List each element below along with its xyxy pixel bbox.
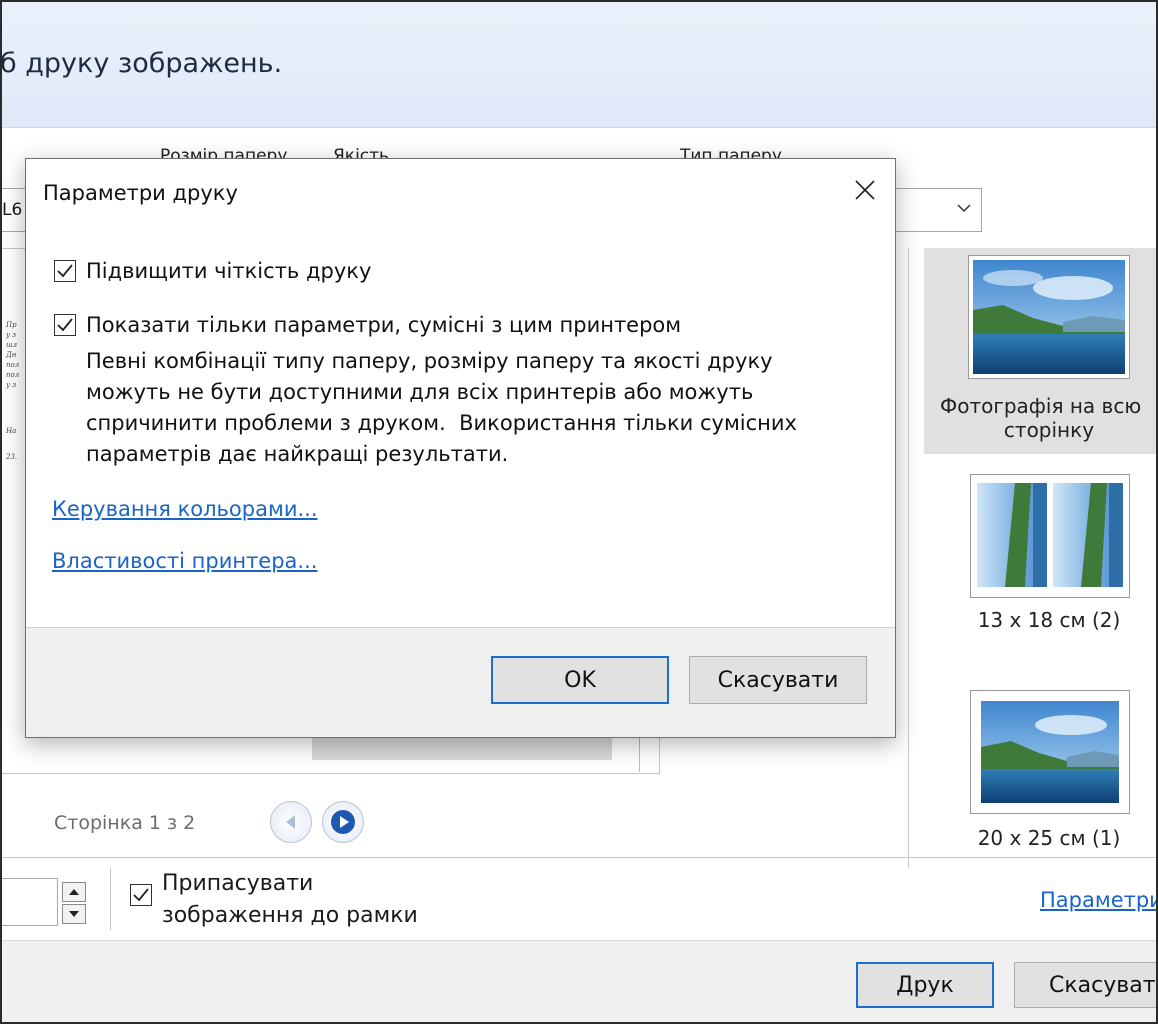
bottom-separator	[110, 868, 111, 930]
preview-line: у з	[6, 381, 17, 389]
preview-line: у з	[6, 331, 17, 339]
ok-button[interactable]: OK	[491, 656, 669, 704]
spin-down-button[interactable]	[62, 904, 86, 924]
layout-thumb-13x18[interactable]	[970, 474, 1130, 598]
compatibility-description: Певні комбінації типу паперу, розміру па…	[86, 346, 876, 470]
arrow-right-icon	[331, 810, 355, 834]
paper-size-label: Розмір паперу	[160, 146, 288, 158]
options-link[interactable]: Параметри	[1040, 888, 1158, 912]
compatible-only-label: Показати тільки параметри, сумісні з цим…	[86, 313, 682, 337]
preview-text: Пр у з шл Дн пол пол у з На 23.	[6, 320, 19, 462]
paper-type-label: Тип паперу	[680, 146, 782, 158]
layout-caption-13x18: 13 x 18 см (2)	[977, 608, 1121, 632]
next-page-button[interactable]	[322, 801, 364, 843]
sharpen-checkbox[interactable]	[54, 260, 76, 282]
copies-input[interactable]	[0, 878, 58, 926]
preview-line: Пр	[6, 321, 17, 329]
fit-label-line: Припасувати	[162, 871, 314, 896]
color-management-link[interactable]: Керування кольорами...	[52, 497, 318, 521]
arrow-down-icon	[69, 911, 79, 917]
layout-caption-20x25: 20 x 25 см (1)	[977, 826, 1121, 850]
landscape-photo-icon	[973, 260, 1125, 374]
preview-line: пол	[6, 371, 20, 379]
arrow-up-icon	[69, 889, 79, 895]
chevron-down-icon	[957, 201, 971, 217]
printer-combo-value: L6	[2, 200, 23, 220]
checkmark-icon	[57, 264, 73, 278]
description-line: Певні комбінації типу паперу, розміру па…	[86, 349, 773, 373]
layout-thumb-20x25[interactable]	[970, 690, 1130, 814]
layout-thumb-fullpage[interactable]	[968, 255, 1130, 379]
spin-up-button[interactable]	[62, 882, 86, 902]
print-button[interactable]: Друк	[856, 962, 994, 1008]
description-line: спричинити проблеми з друком. Використан…	[86, 411, 797, 435]
dialog-close-button[interactable]	[848, 173, 882, 207]
description-line: можуть не бути доступними для всіх принт…	[86, 380, 754, 404]
layouts-divider	[908, 248, 909, 868]
checkmark-icon	[57, 318, 73, 332]
layout-caption-line: Фотографія на всю	[940, 394, 1142, 418]
preview-line: шл	[6, 341, 18, 349]
preview-line: На	[6, 427, 17, 435]
fit-label-line: зображення до рамки	[162, 903, 418, 928]
fit-to-frame-checkbox[interactable]	[130, 884, 152, 906]
close-icon	[855, 180, 875, 200]
description-line: параметрів дає найкращі результати.	[86, 442, 509, 466]
checkmark-icon	[133, 888, 149, 902]
fit-to-frame-label: Припасувати зображення до рамки	[162, 868, 418, 932]
window-header-text: б друку зображень.	[0, 48, 283, 79]
dialog-title: Параметри друку	[43, 181, 238, 205]
layout-caption-fullpage: Фотографія на всю сторінку	[940, 394, 1158, 442]
compatible-only-checkbox[interactable]	[54, 314, 76, 336]
sharpen-label: Підвищити чіткість друку	[86, 259, 372, 283]
preview-line: Дн	[6, 351, 17, 359]
preview-line: 23.	[6, 453, 18, 461]
printer-properties-link[interactable]: Властивості принтера...	[52, 549, 317, 573]
page-indicator: Сторінка 1 з 2	[54, 812, 196, 834]
preview-line: пол	[6, 361, 20, 369]
bottom-bar-divider	[0, 857, 1158, 858]
quality-label: Якість	[333, 146, 390, 158]
window-cancel-button[interactable]: Скасувати	[1014, 962, 1158, 1008]
print-settings-dialog: Параметри друку Підвищити чіткість друку…	[25, 158, 896, 738]
landscape-photo-icon	[981, 701, 1119, 803]
prev-page-button[interactable]	[270, 801, 312, 843]
two-photos-icon	[977, 483, 1123, 587]
arrow-left-icon	[286, 815, 295, 829]
dialog-cancel-button[interactable]: Скасувати	[689, 656, 867, 704]
layout-caption-line: сторінку	[1003, 418, 1095, 442]
